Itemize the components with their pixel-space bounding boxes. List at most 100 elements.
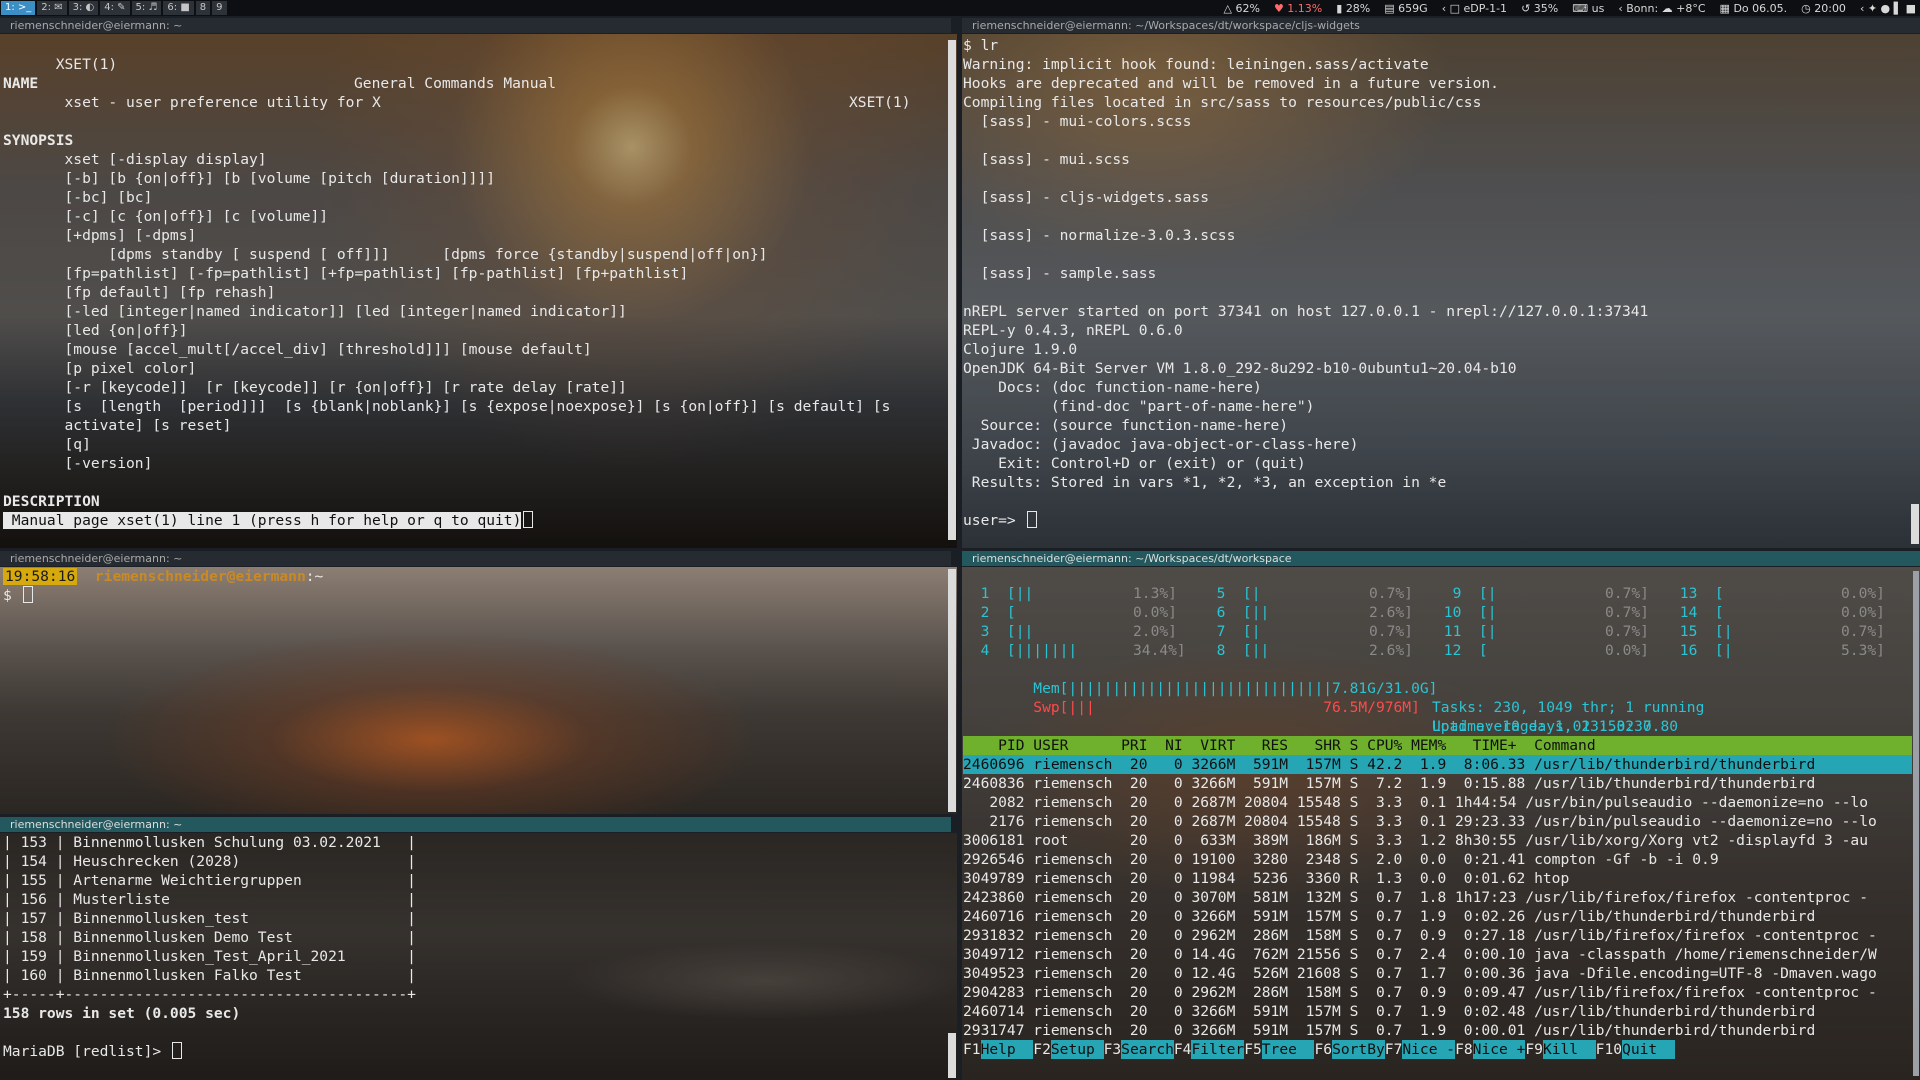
function-key[interactable]: F10 <box>1596 1041 1622 1058</box>
process-row[interactable]: 3006181 root 20 0 633M 389M 186M S 3.3 1… <box>963 831 1912 850</box>
function-key-label[interactable]: Nice + <box>1472 1040 1526 1059</box>
function-key[interactable]: F9 <box>1525 1041 1543 1058</box>
cpu-meter-bar: 10 [| <box>1435 604 1497 621</box>
function-key[interactable]: F3 <box>1104 1041 1122 1058</box>
scrollbar[interactable] <box>948 1033 956 1078</box>
tray-icons[interactable]: ‹ ✦ ● ▌ ■ <box>1860 2 1916 15</box>
function-key-label[interactable]: Help <box>980 1040 1034 1059</box>
repl-output-line <box>963 131 1908 150</box>
man-header-right: XSET(1) <box>849 94 911 111</box>
process-row[interactable]: 2904283 riemensch 20 0 2962M 286M 158M S… <box>963 983 1912 1002</box>
cpu-meter: 13 [0.0%] <box>1671 584 1907 603</box>
repl-output-line: [sass] - cljs-widgets.sass <box>963 189 1210 206</box>
function-key-label[interactable]: Search <box>1121 1040 1174 1059</box>
cpu-meter-value: 0.0%] <box>1605 642 1649 659</box>
cpu-meter: 9 [| 0.7%] <box>1435 584 1671 603</box>
workspace-button[interactable]: 1: >_ <box>1 1 36 15</box>
repl-output-line: nREPL server started on port 37341 on ho… <box>963 303 1649 320</box>
window-title-shell[interactable]: riemenschneider@eiermann: ~ <box>0 551 951 566</box>
window-title-repl[interactable]: riemenschneider@eiermann: ~/Workspaces/d… <box>962 18 1920 33</box>
function-key-label[interactable]: Tree <box>1261 1040 1315 1059</box>
process-table-header[interactable]: PID USER PRI NI VIRT RES SHR S CPU% MEM%… <box>963 736 1912 755</box>
workspace-button[interactable]: 3: ◐ <box>68 1 99 15</box>
synopsis-line: [-c] [c {on|off}] [c [volume]] <box>3 208 329 225</box>
process-row[interactable]: 2460836 riemensch 20 0 3266M 591M 157M S… <box>963 774 1912 793</box>
process-row[interactable]: 2176 riemensch 20 0 2687M 20804 15548 S … <box>963 812 1912 831</box>
terminal-htop[interactable]: 1 [|| 1.3%] 5 [| 0.7%] 9 [| 0.7%] 13 [0.0%]… <box>962 567 1920 1080</box>
function-key[interactable]: F2 <box>1033 1041 1051 1058</box>
window-title-man[interactable]: riemenschneider@eiermann: ~ <box>0 18 951 33</box>
function-key-label[interactable]: Setup <box>1050 1040 1104 1059</box>
repl-output-line: Exit: Control+D or (exit) or (quit) <box>963 455 1306 472</box>
prompt-userhost: riemenschneider@eiermann <box>94 568 306 585</box>
cpu-meter: 15 [| 0.7%] <box>1671 622 1907 641</box>
cpu-meter-value: 0.0%] <box>1841 604 1885 621</box>
synopsis-line: [-bc] [bc] <box>3 189 153 206</box>
workspace-button[interactable]: 8 <box>195 1 211 15</box>
cpu-meter-bar: 6 [|| <box>1199 604 1270 621</box>
window-title-sql[interactable]: riemenschneider@eiermann: ~ <box>0 817 951 832</box>
repl-output-line: $ lr <box>963 37 999 54</box>
function-key-label[interactable]: Filter <box>1191 1040 1245 1059</box>
synopsis-line: [-version] <box>3 455 153 472</box>
keyboard-indicator[interactable]: ⌨ us <box>1572 2 1604 15</box>
terminal-mariadb[interactable]: | 153 | Binnenmollusken Schulung 03.02.2… <box>0 833 957 1080</box>
process-row[interactable]: 2460696 riemensch 20 0 3266M 591M 157M S… <box>963 755 1912 774</box>
terminal-repl[interactable]: $ lr Warning: implicit hook found: leinin… <box>962 34 1920 548</box>
repl-output-line: Clojure 1.9.0 <box>963 341 1078 358</box>
workspace-button[interactable]: 4: ✎ <box>100 1 130 15</box>
display-indicator[interactable]: ‹ □ eDP-1-1 <box>1442 2 1507 15</box>
process-row[interactable]: 2082 riemensch 20 0 2687M 20804 15548 S … <box>963 793 1912 812</box>
volume-indicator[interactable]: ↺ 35% <box>1521 2 1558 15</box>
cpu-meter-bar: 12 [ <box>1435 642 1488 659</box>
function-key[interactable]: F5 <box>1244 1041 1262 1058</box>
function-key-label[interactable]: Kill <box>1542 1040 1596 1059</box>
man-section-synopsis: SYNOPSIS <box>3 132 74 149</box>
sql-result-row: | 159 | Binnenmollusken_Test_April_2021 … <box>3 948 416 965</box>
scrollbar[interactable] <box>1913 571 1919 1076</box>
function-key[interactable]: F6 <box>1314 1041 1332 1058</box>
workspace-button[interactable]: 9 <box>212 1 227 15</box>
function-key-label[interactable]: Nice - <box>1402 1040 1456 1059</box>
synopsis-line: [dpms standby [ suspend [ off]]] [dpms f… <box>3 246 768 263</box>
man-section-description: DESCRIPTION <box>3 493 100 510</box>
process-table: 2460696 riemensch 20 0 3266M 591M 157M S… <box>963 755 1912 1040</box>
process-row[interactable]: 2423860 riemensch 20 0 3070M 581M 132M S… <box>963 888 1912 907</box>
cpu-meter-value: 34.4%] <box>1133 642 1186 659</box>
sql-result-row: | 153 | Binnenmollusken Schulung 03.02.2… <box>3 834 416 851</box>
process-row[interactable]: 2460716 riemensch 20 0 3266M 591M 157M S… <box>963 907 1912 926</box>
workspace-button[interactable]: 6: ■ <box>163 1 194 15</box>
top-status-bar: 1: >_ 2: ✉ 3: ◐ 4: ✎ 5: ♬ 6: ■ 8 9 △ 62% ♥ 1.13… <box>0 0 1920 16</box>
process-row[interactable]: 3049712 riemensch 20 0 14.4G 762M 21556 … <box>963 945 1912 964</box>
repl-output-line <box>963 245 1908 264</box>
window-title-htop[interactable]: riemenschneider@eiermann: ~/Workspaces/d… <box>962 551 1920 566</box>
process-row[interactable]: 2926546 riemensch 20 0 19100 3280 2348 S… <box>963 850 1912 869</box>
function-key[interactable]: F8 <box>1455 1041 1473 1058</box>
synopsis-line: [-r [keycode]] [r [keycode]] [r {on|off}… <box>3 379 627 396</box>
cpu-meter-row: 1 [|| 1.3%] 5 [| 0.7%] 9 [| 0.7%] 13 [0.0%] <box>963 584 1912 603</box>
process-row[interactable]: 3049789 riemensch 20 0 11984 5236 3360 R… <box>963 869 1912 888</box>
cpu-meter: 5 [| 0.7%] <box>1199 584 1435 603</box>
function-key[interactable]: F1 <box>963 1041 981 1058</box>
date-value: Do 06.05. <box>1733 1 1788 15</box>
terminal-shell[interactable]: 19:58:16 riemenschneider@eiermann:~ $ <box>0 567 957 814</box>
function-key-label[interactable]: Quit <box>1622 1040 1675 1059</box>
repl-output-line: Docs: (doc function-name-here) <box>963 379 1262 396</box>
function-key-label[interactable]: SortBy <box>1332 1040 1385 1059</box>
repl-output-line: Warning: implicit hook found: leiningen.… <box>963 56 1429 73</box>
workspace-button[interactable]: 5: ♬ <box>131 1 162 15</box>
cpu-meter-value: 0.0%] <box>1133 604 1177 621</box>
process-row[interactable]: 3049523 riemensch 20 0 12.4G 526M 21608 … <box>963 964 1912 983</box>
process-row[interactable]: 2931747 riemensch 20 0 3266M 591M 157M S… <box>963 1021 1912 1040</box>
workspace-button[interactable]: 2: ✉ <box>37 1 67 15</box>
scrollbar[interactable] <box>1911 504 1919 544</box>
sql-result-row: | 157 | Binnenmollusken_test | <box>3 910 416 927</box>
scrollbar[interactable] <box>948 40 956 540</box>
process-row[interactable]: 2931832 riemensch 20 0 2962M 286M 158M S… <box>963 926 1912 945</box>
process-row[interactable]: 2460714 riemensch 20 0 3266M 591M 157M S… <box>963 1002 1912 1021</box>
terminal-man-page[interactable]: XSET(1) General Commands Manual XSET(1) … <box>0 34 957 548</box>
function-key[interactable]: F7 <box>1385 1041 1403 1058</box>
wifi-indicator[interactable]: △ 62% <box>1224 2 1260 15</box>
scrollbar[interactable] <box>948 569 956 812</box>
function-key[interactable]: F4 <box>1174 1041 1192 1058</box>
